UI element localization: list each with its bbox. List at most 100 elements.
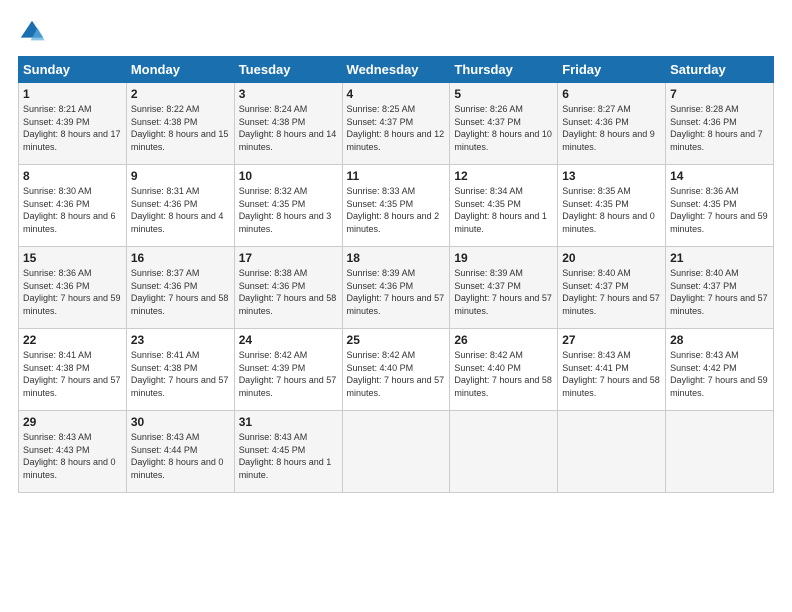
day-cell: 2 Sunrise: 8:22 AMSunset: 4:38 PMDaylight… <box>126 83 234 165</box>
day-info: Sunrise: 8:37 AMSunset: 4:36 PMDaylight:… <box>131 268 229 316</box>
day-number: 21 <box>670 251 769 265</box>
logo-icon <box>18 18 46 46</box>
day-number: 11 <box>347 169 446 183</box>
col-header-wednesday: Wednesday <box>342 57 450 83</box>
col-header-monday: Monday <box>126 57 234 83</box>
day-number: 15 <box>23 251 122 265</box>
day-cell: 17 Sunrise: 8:38 AMSunset: 4:36 PMDayligh… <box>234 247 342 329</box>
day-info: Sunrise: 8:39 AMSunset: 4:37 PMDaylight:… <box>454 268 552 316</box>
day-cell: 23 Sunrise: 8:41 AMSunset: 4:38 PMDayligh… <box>126 329 234 411</box>
day-number: 18 <box>347 251 446 265</box>
day-cell: 8 Sunrise: 8:30 AMSunset: 4:36 PMDaylight… <box>19 165 127 247</box>
day-cell: 24Sunrise: 8:42 AMSunset: 4:39 PMDayligh… <box>234 329 342 411</box>
day-number: 13 <box>562 169 661 183</box>
day-cell <box>450 411 558 493</box>
day-info: Sunrise: 8:42 AMSunset: 4:39 PMDaylight:… <box>239 350 337 398</box>
day-cell: 13Sunrise: 8:35 AMSunset: 4:35 PMDayligh… <box>558 165 666 247</box>
col-header-thursday: Thursday <box>450 57 558 83</box>
day-cell: 19 Sunrise: 8:39 AMSunset: 4:37 PMDayligh… <box>450 247 558 329</box>
day-cell: 10 Sunrise: 8:32 AMSunset: 4:35 PMDayligh… <box>234 165 342 247</box>
week-row-5: 29Sunrise: 8:43 AMSunset: 4:43 PMDayligh… <box>19 411 774 493</box>
day-number: 25 <box>347 333 446 347</box>
day-number: 29 <box>23 415 122 429</box>
header-row: SundayMondayTuesdayWednesdayThursdayFrid… <box>19 57 774 83</box>
day-info: Sunrise: 8:30 AMSunset: 4:36 PMDaylight:… <box>23 186 116 234</box>
col-header-tuesday: Tuesday <box>234 57 342 83</box>
day-cell: 14 Sunrise: 8:36 AMSunset: 4:35 PMDayligh… <box>666 165 774 247</box>
day-number: 23 <box>131 333 230 347</box>
day-cell: 20 Sunrise: 8:40 AMSunset: 4:37 PMDayligh… <box>558 247 666 329</box>
day-info: Sunrise: 8:33 AMSunset: 4:35 PMDaylight:… <box>347 186 440 234</box>
day-cell <box>342 411 450 493</box>
day-number: 30 <box>131 415 230 429</box>
day-info: Sunrise: 8:43 AMSunset: 4:41 PMDaylight:… <box>562 350 660 398</box>
day-info: Sunrise: 8:39 AMSunset: 4:36 PMDaylight:… <box>347 268 445 316</box>
col-header-friday: Friday <box>558 57 666 83</box>
col-header-saturday: Saturday <box>666 57 774 83</box>
logo <box>18 18 50 46</box>
day-info: Sunrise: 8:41 AMSunset: 4:38 PMDaylight:… <box>131 350 229 398</box>
day-info: Sunrise: 8:38 AMSunset: 4:36 PMDaylight:… <box>239 268 337 316</box>
day-number: 8 <box>23 169 122 183</box>
day-cell: 27 Sunrise: 8:43 AMSunset: 4:41 PMDayligh… <box>558 329 666 411</box>
day-number: 9 <box>131 169 230 183</box>
day-cell: 9 Sunrise: 8:31 AMSunset: 4:36 PMDaylight… <box>126 165 234 247</box>
day-info: Sunrise: 8:41 AMSunset: 4:38 PMDaylight:… <box>23 350 121 398</box>
week-row-2: 8 Sunrise: 8:30 AMSunset: 4:36 PMDaylight… <box>19 165 774 247</box>
day-number: 14 <box>670 169 769 183</box>
day-info: Sunrise: 8:21 AMSunset: 4:39 PMDaylight:… <box>23 104 121 152</box>
day-info: Sunrise: 8:32 AMSunset: 4:35 PMDaylight:… <box>239 186 332 234</box>
week-row-1: 1 Sunrise: 8:21 AMSunset: 4:39 PMDaylight… <box>19 83 774 165</box>
day-number: 10 <box>239 169 338 183</box>
day-cell: 12 Sunrise: 8:34 AMSunset: 4:35 PMDayligh… <box>450 165 558 247</box>
day-cell: 5Sunrise: 8:26 AMSunset: 4:37 PMDaylight… <box>450 83 558 165</box>
day-info: Sunrise: 8:36 AMSunset: 4:35 PMDaylight:… <box>670 186 768 234</box>
day-number: 20 <box>562 251 661 265</box>
day-info: Sunrise: 8:28 AMSunset: 4:36 PMDaylight:… <box>670 104 763 152</box>
day-number: 12 <box>454 169 553 183</box>
day-info: Sunrise: 8:36 AMSunset: 4:36 PMDaylight:… <box>23 268 121 316</box>
day-number: 17 <box>239 251 338 265</box>
day-number: 4 <box>347 87 446 101</box>
day-info: Sunrise: 8:31 AMSunset: 4:36 PMDaylight:… <box>131 186 224 234</box>
day-info: Sunrise: 8:27 AMSunset: 4:36 PMDaylight:… <box>562 104 655 152</box>
day-info: Sunrise: 8:42 AMSunset: 4:40 PMDaylight:… <box>347 350 445 398</box>
day-number: 22 <box>23 333 122 347</box>
day-info: Sunrise: 8:43 AMSunset: 4:42 PMDaylight:… <box>670 350 768 398</box>
day-number: 2 <box>131 87 230 101</box>
day-cell: 11 Sunrise: 8:33 AMSunset: 4:35 PMDayligh… <box>342 165 450 247</box>
day-number: 1 <box>23 87 122 101</box>
day-cell: 15 Sunrise: 8:36 AMSunset: 4:36 PMDayligh… <box>19 247 127 329</box>
day-info: Sunrise: 8:26 AMSunset: 4:37 PMDaylight:… <box>454 104 552 152</box>
day-cell: 3Sunrise: 8:24 AMSunset: 4:38 PMDaylight… <box>234 83 342 165</box>
day-info: Sunrise: 8:40 AMSunset: 4:37 PMDaylight:… <box>562 268 660 316</box>
day-number: 19 <box>454 251 553 265</box>
day-cell: 4Sunrise: 8:25 AMSunset: 4:37 PMDaylight… <box>342 83 450 165</box>
page: SundayMondayTuesdayWednesdayThursdayFrid… <box>0 0 792 612</box>
day-cell: 7 Sunrise: 8:28 AMSunset: 4:36 PMDaylight… <box>666 83 774 165</box>
day-number: 27 <box>562 333 661 347</box>
day-cell: 31 Sunrise: 8:43 AMSunset: 4:45 PMDayligh… <box>234 411 342 493</box>
header <box>18 18 774 46</box>
day-info: Sunrise: 8:40 AMSunset: 4:37 PMDaylight:… <box>670 268 768 316</box>
day-number: 31 <box>239 415 338 429</box>
calendar-table: SundayMondayTuesdayWednesdayThursdayFrid… <box>18 56 774 493</box>
day-cell: 25 Sunrise: 8:42 AMSunset: 4:40 PMDayligh… <box>342 329 450 411</box>
day-number: 28 <box>670 333 769 347</box>
day-cell: 30Sunrise: 8:43 AMSunset: 4:44 PMDayligh… <box>126 411 234 493</box>
day-cell: 28 Sunrise: 8:43 AMSunset: 4:42 PMDayligh… <box>666 329 774 411</box>
day-cell: 16Sunrise: 8:37 AMSunset: 4:36 PMDayligh… <box>126 247 234 329</box>
week-row-3: 15 Sunrise: 8:36 AMSunset: 4:36 PMDayligh… <box>19 247 774 329</box>
day-info: Sunrise: 8:34 AMSunset: 4:35 PMDaylight:… <box>454 186 547 234</box>
day-number: 7 <box>670 87 769 101</box>
day-cell: 26 Sunrise: 8:42 AMSunset: 4:40 PMDayligh… <box>450 329 558 411</box>
day-info: Sunrise: 8:43 AMSunset: 4:45 PMDaylight:… <box>239 432 332 480</box>
day-info: Sunrise: 8:24 AMSunset: 4:38 PMDaylight:… <box>239 104 337 152</box>
day-info: Sunrise: 8:22 AMSunset: 4:38 PMDaylight:… <box>131 104 229 152</box>
day-cell: 22 Sunrise: 8:41 AMSunset: 4:38 PMDayligh… <box>19 329 127 411</box>
day-number: 26 <box>454 333 553 347</box>
day-cell <box>558 411 666 493</box>
day-cell: 6Sunrise: 8:27 AMSunset: 4:36 PMDaylight… <box>558 83 666 165</box>
day-cell: 21 Sunrise: 8:40 AMSunset: 4:37 PMDayligh… <box>666 247 774 329</box>
day-info: Sunrise: 8:42 AMSunset: 4:40 PMDaylight:… <box>454 350 552 398</box>
